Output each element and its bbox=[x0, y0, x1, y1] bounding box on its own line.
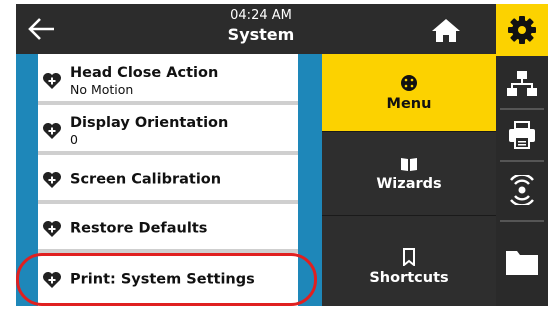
list-stripe-left bbox=[16, 54, 38, 306]
nav-divider bbox=[500, 108, 544, 110]
book-icon bbox=[401, 158, 417, 171]
home-button[interactable] bbox=[426, 14, 466, 46]
list-item-print-system-settings[interactable]: Print: System Settings bbox=[38, 257, 298, 302]
list-item-head-close-action[interactable]: Head Close Action No Motion bbox=[38, 60, 298, 105]
list-item-title: Print: System Settings bbox=[70, 271, 255, 287]
home-icon bbox=[432, 19, 460, 42]
back-button[interactable] bbox=[24, 12, 64, 46]
list-item-value: No Motion bbox=[70, 81, 134, 97]
list-item-value: 0 bbox=[70, 131, 78, 147]
list-item-display-orientation[interactable]: Display Orientation 0 bbox=[38, 110, 298, 155]
heart-plus-icon bbox=[43, 171, 61, 188]
heart-plus-icon bbox=[43, 122, 61, 139]
folder-icon bbox=[506, 251, 538, 275]
list-item-title: Display Orientation bbox=[70, 114, 229, 131]
tab-shortcuts[interactable]: Shortcuts bbox=[322, 216, 496, 306]
bookmark-icon bbox=[403, 248, 415, 268]
page-title: System bbox=[227, 25, 295, 44]
gear-icon bbox=[508, 16, 536, 44]
nav-settings[interactable] bbox=[496, 4, 548, 56]
printer-icon bbox=[509, 121, 535, 149]
tab-label: Wizards bbox=[376, 176, 442, 192]
top-bar: 04:24 AM System bbox=[16, 4, 496, 54]
menu-dots-icon bbox=[401, 75, 417, 91]
list-item-restore-defaults[interactable]: Restore Defaults bbox=[38, 208, 298, 253]
nav-print[interactable] bbox=[496, 112, 548, 158]
right-nav bbox=[496, 4, 548, 306]
tab-menu[interactable]: Menu bbox=[322, 54, 496, 131]
nav-divider bbox=[500, 220, 544, 222]
clock: 04:24 AM bbox=[230, 8, 292, 23]
tab-wizards[interactable]: Wizards bbox=[322, 132, 496, 215]
back-arrow-icon bbox=[28, 18, 54, 40]
list-item-title: Restore Defaults bbox=[70, 220, 208, 236]
network-icon bbox=[507, 71, 537, 96]
menu-tabs: Menu Wizards Shortcuts bbox=[322, 54, 496, 306]
tab-label: Shortcuts bbox=[369, 270, 449, 286]
list-item-title: Head Close Action bbox=[70, 64, 219, 81]
nav-divider bbox=[500, 160, 544, 162]
printer-display: 04:24 AM System Head Close Action No Mot… bbox=[16, 4, 548, 306]
list-item-screen-calibration[interactable]: Screen Calibration bbox=[38, 159, 298, 204]
nav-network[interactable] bbox=[496, 60, 548, 106]
settings-list: Head Close Action No Motion Display Orie… bbox=[16, 54, 322, 306]
nav-storage[interactable] bbox=[496, 232, 548, 292]
heart-plus-icon bbox=[43, 72, 61, 89]
tab-label: Menu bbox=[386, 96, 432, 112]
list-stripe-right bbox=[298, 54, 322, 306]
list-item-title: Screen Calibration bbox=[70, 171, 222, 187]
heart-plus-icon bbox=[43, 271, 61, 288]
heart-plus-icon bbox=[43, 220, 61, 237]
wireless-icon bbox=[510, 175, 534, 205]
nav-connectivity[interactable] bbox=[496, 164, 548, 216]
title-block: 04:24 AM System bbox=[196, 8, 326, 46]
